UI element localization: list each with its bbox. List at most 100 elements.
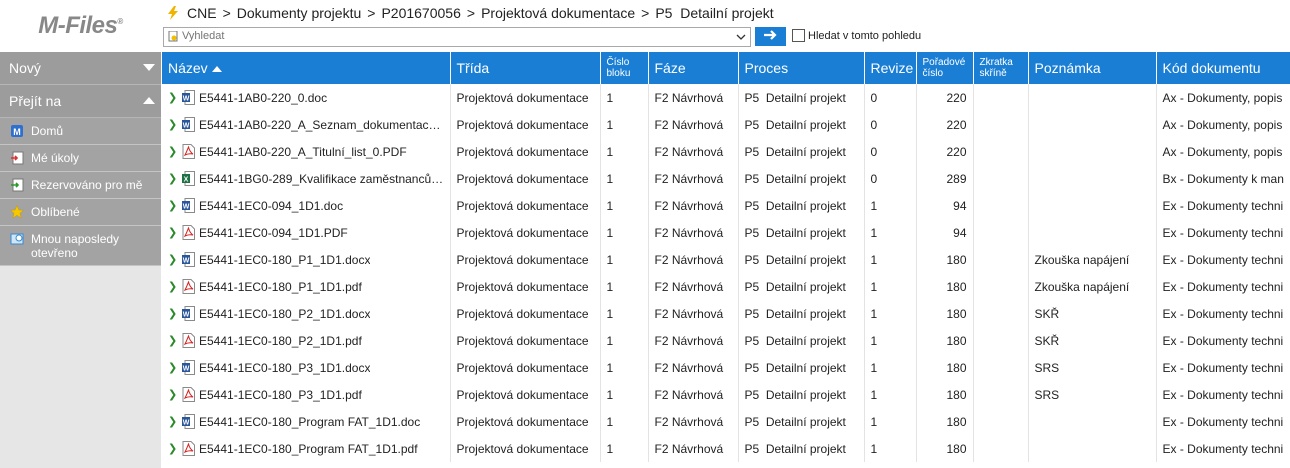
table-row[interactable]: ❯ W E5441-1EC0-180_P3_1D1.docx Projektov… (162, 354, 1290, 381)
cell-name[interactable]: ❯ W E5441-1EC0-094_1D1.doc (162, 192, 451, 219)
cell-name[interactable]: ❯ W E5441-1EC0-180_Program FAT_1D1.doc (162, 408, 451, 435)
table-row[interactable]: ❯ E5441-1EC0-180_Program FAT_1D1.pdf Pro… (162, 435, 1290, 462)
cell-note: SKŘ (1028, 300, 1157, 327)
column-header-class[interactable]: Třída (450, 52, 601, 84)
table-row[interactable]: ❯ W E5441-1EC0-094_1D1.doc Projektová do… (162, 192, 1290, 219)
file-name[interactable]: E5441-1EC0-180_P2_1D1.docx (199, 307, 370, 321)
cell-revision: 1 (864, 435, 917, 462)
cell-name[interactable]: ❯ W E5441-1EC0-180_P3_1D1.docx (162, 354, 451, 381)
table-row[interactable]: ❯ E5441-1EC0-180_P3_1D1.pdf Projektová d… (162, 381, 1290, 408)
cell-name[interactable]: ❯ E5441-1EC0-180_P1_1D1.pdf (162, 273, 451, 300)
column-header-order[interactable]: Pořadové číslo (916, 52, 974, 84)
cell-block: 1 (600, 327, 649, 354)
breadcrumb-item-p5[interactable]: P5 Detailní projekt (655, 5, 773, 21)
cell-process: P5 Detailní projekt (738, 300, 865, 327)
table-row[interactable]: ❯ X E5441-1BG0-289_Kvalifikace zaměstnan… (162, 165, 1290, 192)
expand-chevron-icon[interactable]: ❯ (168, 442, 177, 455)
breadcrumb-item-cne[interactable]: CNE (187, 5, 217, 21)
file-name[interactable]: E5441-1AB0-220_0.doc (199, 91, 327, 105)
column-header-revision[interactable]: Revize (864, 52, 917, 84)
expand-chevron-icon[interactable]: ❯ (168, 226, 177, 239)
sidebar-item-checked-out[interactable]: Rezervováno pro mě (0, 172, 161, 199)
file-name[interactable]: E5441-1EC0-180_P3_1D1.docx (199, 361, 370, 375)
cell-name[interactable]: ❯ W E5441-1EC0-180_P2_1D1.docx (162, 300, 451, 327)
cell-note: SRS (1028, 381, 1157, 408)
file-name[interactable]: E5441-1BG0-289_Kvalifikace zaměstnanců n… (199, 172, 444, 186)
table-row[interactable]: ❯ W E5441-1AB0-220_A_Seznam_dokumentace_… (162, 111, 1290, 138)
top-bar: CNE > Dokumenty projektu > P201670056 > … (161, 0, 1290, 52)
table-row[interactable]: ❯ W E5441-1EC0-180_P1_1D1.docx Projektov… (162, 246, 1290, 273)
cell-name[interactable]: ❯ W E5441-1AB0-220_0.doc (162, 84, 451, 111)
file-name[interactable]: E5441-1EC0-180_P3_1D1.pdf (199, 388, 362, 402)
table-row[interactable]: ❯ W E5441-1AB0-220_0.doc Projektová doku… (162, 84, 1290, 111)
cell-name[interactable]: ❯ W E5441-1AB0-220_A_Seznam_dokumentace_… (162, 111, 451, 138)
breadcrumb-item-projektova[interactable]: Projektová dokumentace (481, 5, 635, 21)
expand-chevron-icon[interactable]: ❯ (168, 145, 177, 158)
pdf-file-icon (182, 279, 195, 294)
cell-cabinet (973, 435, 1029, 462)
file-name[interactable]: E5441-1AB0-220_A_Titulní_list_0.PDF (199, 145, 407, 159)
search-button[interactable] (755, 27, 786, 46)
file-name[interactable]: E5441-1EC0-180_P1_1D1.docx (199, 253, 370, 267)
table-row[interactable]: ❯ W E5441-1EC0-180_P2_1D1.docx Projektov… (162, 300, 1290, 327)
cell-cabinet (973, 84, 1029, 111)
expand-chevron-icon[interactable]: ❯ (168, 172, 177, 185)
file-name[interactable]: E5441-1EC0-180_P2_1D1.pdf (199, 334, 362, 348)
expand-chevron-icon[interactable]: ❯ (168, 307, 177, 320)
column-header-cabinet[interactable]: Zkratka skříně (973, 52, 1029, 84)
expand-chevron-icon[interactable]: ❯ (168, 253, 177, 266)
cell-revision: 1 (864, 219, 917, 246)
cell-name[interactable]: ❯ E5441-1AB0-220_A_Titulní_list_0.PDF (162, 138, 451, 165)
cell-phase: F2 Návrhová (648, 327, 739, 354)
table-row[interactable]: ❯ E5441-1EC0-094_1D1.PDF Projektová doku… (162, 219, 1290, 246)
cell-code: Ex - Dokumenty techni (1156, 381, 1290, 408)
expand-chevron-icon[interactable]: ❯ (168, 91, 177, 104)
cell-name[interactable]: ❯ E5441-1EC0-094_1D1.PDF (162, 219, 451, 246)
expand-chevron-icon[interactable]: ❯ (168, 388, 177, 401)
cell-name[interactable]: ❯ E5441-1EC0-180_Program FAT_1D1.pdf (162, 435, 451, 462)
search-in-view-checkbox[interactable] (792, 29, 805, 42)
cell-order: 180 (916, 408, 974, 435)
sidebar-item-tasks[interactable]: Mé úkoly (0, 145, 161, 172)
breadcrumb-item-dokumenty[interactable]: Dokumenty projektu (237, 5, 362, 21)
cell-block: 1 (600, 246, 649, 273)
expand-chevron-icon[interactable]: ❯ (168, 118, 177, 131)
expand-chevron-icon[interactable]: ❯ (168, 199, 177, 212)
table-row[interactable]: ❯ E5441-1AB0-220_A_Titulní_list_0.PDF Pr… (162, 138, 1290, 165)
file-name[interactable]: E5441-1EC0-094_1D1.doc (199, 199, 343, 213)
column-header-code[interactable]: Kód dokumentu (1156, 52, 1290, 84)
search-input[interactable] (182, 28, 722, 44)
sidebar-goto[interactable]: Přejít na (0, 85, 161, 118)
column-header-process[interactable]: Proces (738, 52, 865, 84)
table-row[interactable]: ❯ E5441-1EC0-180_P2_1D1.pdf Projektová d… (162, 327, 1290, 354)
sidebar-item-home[interactable]: M Domů (0, 118, 161, 145)
cell-name[interactable]: ❯ W E5441-1EC0-180_P1_1D1.docx (162, 246, 451, 273)
sidebar-item-recent[interactable]: Mnou naposledy otevřeno (0, 226, 161, 266)
table-row[interactable]: ❯ E5441-1EC0-180_P1_1D1.pdf Projektová d… (162, 273, 1290, 300)
expand-chevron-icon[interactable]: ❯ (168, 415, 177, 428)
sidebar-new[interactable]: Nový (0, 52, 161, 85)
file-name[interactable]: E5441-1AB0-220_A_Seznam_dokumentace_0... (199, 118, 444, 132)
expand-chevron-icon[interactable]: ❯ (168, 280, 177, 293)
table-row[interactable]: ❯ W E5441-1EC0-180_Program FAT_1D1.doc P… (162, 408, 1290, 435)
column-header-name[interactable]: Název (162, 52, 451, 84)
expand-chevron-icon[interactable]: ❯ (168, 334, 177, 347)
column-header-phase[interactable]: Fáze (648, 52, 739, 84)
expand-chevron-icon[interactable]: ❯ (168, 361, 177, 374)
file-name[interactable]: E5441-1EC0-180_Program FAT_1D1.pdf (199, 442, 418, 456)
cell-revision: 1 (864, 300, 917, 327)
cell-name[interactable]: ❯ E5441-1EC0-180_P2_1D1.pdf (162, 327, 451, 354)
file-name[interactable]: E5441-1EC0-180_P1_1D1.pdf (199, 280, 362, 294)
file-name[interactable]: E5441-1EC0-180_Program FAT_1D1.doc (199, 415, 420, 429)
search-box[interactable] (163, 27, 751, 47)
chevron-down-icon[interactable] (734, 29, 748, 44)
cell-name[interactable]: ❯ E5441-1EC0-180_P3_1D1.pdf (162, 381, 451, 408)
sidebar-item-favorites[interactable]: Oblíbené (0, 199, 161, 226)
breadcrumb-item-project[interactable]: P201670056 (381, 5, 460, 21)
search-in-view-option[interactable]: Hledat v tomto pohledu (792, 29, 921, 42)
file-name[interactable]: E5441-1EC0-094_1D1.PDF (199, 226, 348, 240)
column-header-note[interactable]: Poznámka (1028, 52, 1157, 84)
column-header-block[interactable]: Číslo bloku (600, 52, 649, 84)
cell-name[interactable]: ❯ X E5441-1BG0-289_Kvalifikace zaměstnan… (162, 165, 451, 192)
cell-process: P5 Detailní projekt (738, 381, 865, 408)
